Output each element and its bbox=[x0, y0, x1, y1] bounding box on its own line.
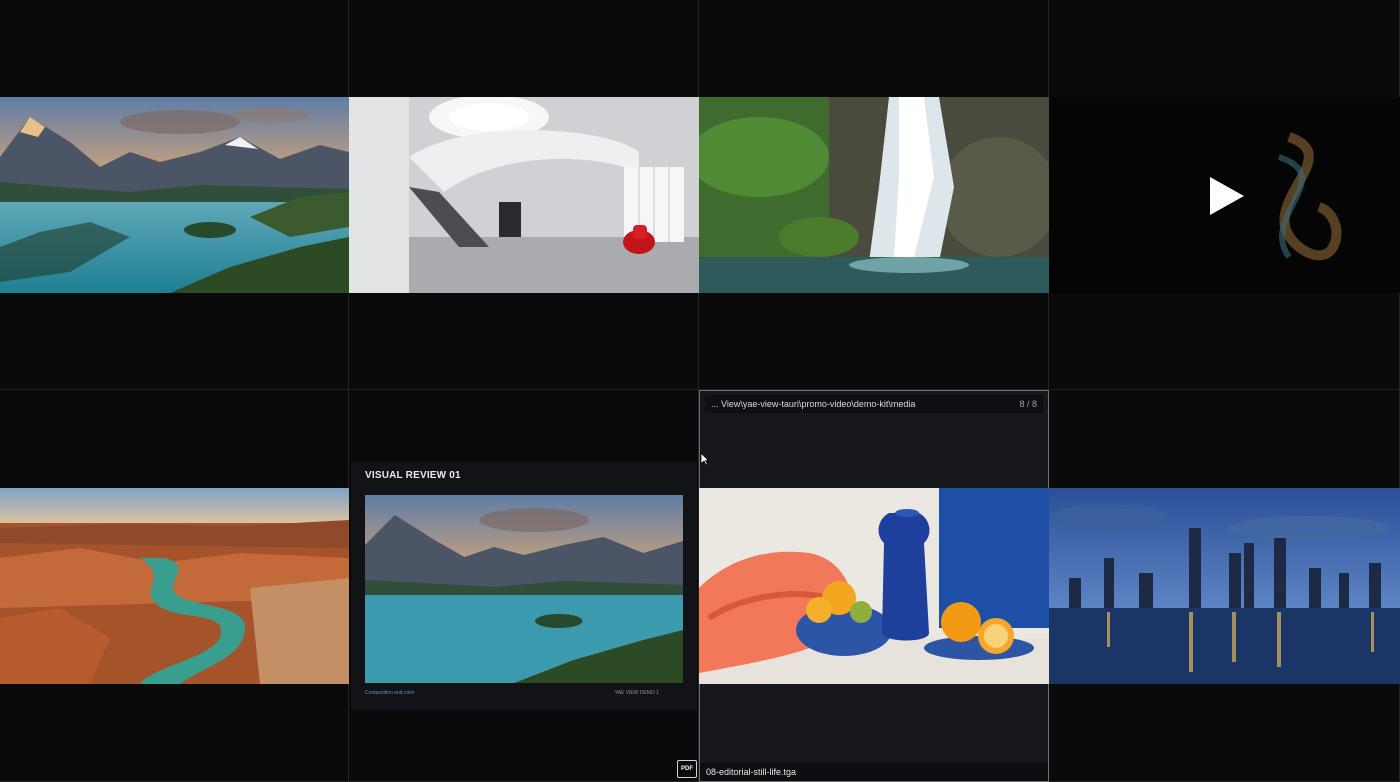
path-bar: ... View\yae-view-tauri\promo-video\demo… bbox=[705, 395, 1043, 413]
pdf-title: VISUAL REVIEW 01 bbox=[365, 470, 461, 481]
mountain-lake-thumbnail bbox=[0, 97, 349, 293]
interior-staircase-thumbnail bbox=[349, 97, 699, 293]
grid-cell-spiral-staircase[interactable] bbox=[349, 0, 699, 390]
pdf-image bbox=[365, 495, 683, 683]
grid-cell-still-life-active[interactable]: ... View\yae-view-tauri\promo-video\demo… bbox=[699, 390, 1049, 782]
waterfall-thumbnail bbox=[699, 97, 1049, 293]
item-counter: 8 / 8 bbox=[1019, 399, 1037, 409]
city-skyline-thumbnail bbox=[1049, 488, 1400, 684]
pdf-footer-label: YAE VIEW DEMO bbox=[614, 690, 655, 696]
media-grid: VISUAL REVIEW 01 Composition and color Y… bbox=[0, 0, 1400, 782]
grid-cell-mountain-lake[interactable] bbox=[0, 0, 349, 390]
grid-cell-waterfall[interactable] bbox=[699, 0, 1049, 390]
pdf-page-marker: 1 bbox=[656, 690, 659, 696]
pdf-footer-text: YAE VIEW DEMO 1 bbox=[615, 690, 659, 696]
grid-cell-city-skyline[interactable] bbox=[1049, 390, 1400, 782]
grid-cell-pdf[interactable]: VISUAL REVIEW 01 Composition and color Y… bbox=[349, 390, 699, 782]
canyon-river-thumbnail bbox=[0, 488, 349, 684]
folder-path: ... View\yae-view-tauri\promo-video\demo… bbox=[711, 399, 916, 409]
still-life-thumbnail bbox=[699, 488, 1049, 684]
video-thumbnail bbox=[1049, 97, 1400, 293]
active-file-name: 08-editorial-still-life.tga bbox=[700, 763, 1048, 781]
grid-cell-canyon-river[interactable] bbox=[0, 390, 349, 782]
play-icon[interactable] bbox=[1209, 177, 1244, 215]
pdf-caption: Composition and color bbox=[365, 690, 415, 696]
pdf-page-preview: VISUAL REVIEW 01 Composition and color Y… bbox=[351, 462, 697, 710]
grid-cell-video[interactable] bbox=[1049, 0, 1400, 390]
pdf-badge: PDF bbox=[677, 760, 697, 778]
